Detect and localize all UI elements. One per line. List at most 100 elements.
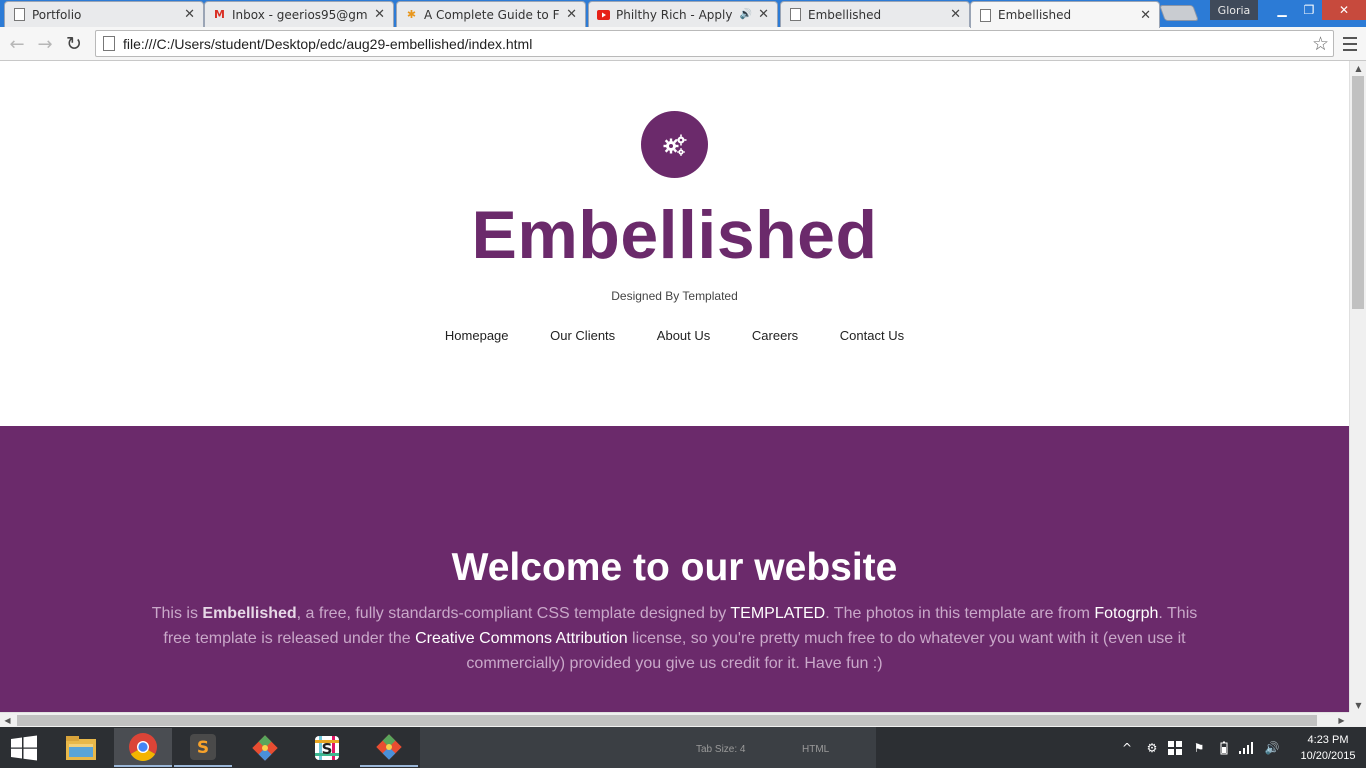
- reload-button[interactable]: ↻: [62, 32, 86, 56]
- action-center-flag-icon[interactable]: ⚑: [1190, 727, 1208, 768]
- taskbar-clock[interactable]: 4:23 PM 10/20/2015: [1290, 732, 1366, 764]
- close-window-button[interactable]: ✕: [1322, 0, 1366, 20]
- browser-toolbar: ← → ↻ file:///C:/Users/student/Desktop/e…: [0, 27, 1366, 61]
- horizontal-scroll-thumb[interactable]: [17, 715, 1317, 726]
- taskbar-sublime-text[interactable]: S: [174, 728, 232, 767]
- slack-icon: S: [315, 735, 339, 760]
- bookmark-star-icon[interactable]: ☆: [1312, 33, 1329, 55]
- close-icon[interactable]: ✕: [758, 7, 769, 22]
- windows-logo-tray-icon[interactable]: [1166, 727, 1184, 768]
- scroll-up-icon[interactable]: ▲: [1350, 61, 1366, 75]
- taskbar-git[interactable]: [236, 728, 294, 767]
- nav-homepage[interactable]: Homepage: [445, 328, 509, 343]
- site-header: Embellished Designed By Templated Homepa…: [0, 61, 1349, 426]
- tab-embellished-active[interactable]: Embellished ✕: [970, 1, 1160, 28]
- close-icon[interactable]: ✕: [566, 7, 577, 22]
- close-icon[interactable]: ✕: [950, 7, 961, 22]
- volume-icon[interactable]: 🔊: [1262, 727, 1282, 768]
- gmail-icon: M: [214, 8, 225, 21]
- taskbar-file-explorer[interactable]: [52, 728, 110, 767]
- git-icon: [252, 734, 278, 761]
- tab-label: Embellished: [808, 7, 882, 22]
- nav-about-us[interactable]: About Us: [657, 328, 710, 343]
- restore-button[interactable]: ❐: [1296, 0, 1322, 20]
- forward-button[interactable]: →: [33, 32, 57, 56]
- show-hidden-icons-button[interactable]: ^: [1120, 727, 1134, 768]
- tab-size-status: Tab Size: 4: [696, 744, 746, 755]
- intro-strong-name: Embellished: [202, 605, 297, 622]
- page-icon: [789, 8, 802, 21]
- clock-date: 10/20/2015: [1300, 750, 1356, 762]
- fotogrph-link[interactable]: Fotogrph: [1094, 605, 1158, 622]
- logo-circle: [641, 111, 708, 178]
- back-button[interactable]: ←: [5, 32, 29, 56]
- tab-portfolio[interactable]: Portfolio ✕: [4, 1, 204, 27]
- gears-icon: [663, 134, 686, 156]
- settings-gear-icon[interactable]: ⚙: [1143, 727, 1161, 768]
- page-icon: [103, 36, 115, 51]
- close-icon[interactable]: ✕: [184, 7, 195, 22]
- vertical-scrollbar[interactable]: ▲ ▼: [1349, 61, 1366, 712]
- chrome-menu-button[interactable]: [1340, 34, 1360, 54]
- minimize-button[interactable]: ▁: [1268, 0, 1296, 20]
- tab-label: Inbox - geerios95@gmail.: [232, 7, 368, 22]
- battery-icon[interactable]: [1216, 727, 1232, 768]
- reload-icon: ↻: [66, 33, 82, 55]
- syntax-status: HTML: [802, 744, 830, 755]
- youtube-icon: [597, 8, 610, 21]
- nav-contact-us[interactable]: Contact Us: [840, 328, 904, 343]
- user-profile-badge[interactable]: Gloria: [1210, 0, 1258, 20]
- svg-text:S: S: [322, 740, 333, 758]
- tab-label: Embellished: [998, 8, 1072, 22]
- welcome-heading: Welcome to our website: [451, 546, 898, 589]
- intro-text: This is: [151, 605, 203, 622]
- nav-our-clients[interactable]: Our Clients: [550, 328, 615, 343]
- speaker-icon[interactable]: 🔊: [740, 9, 752, 20]
- tab-flex-guide[interactable]: ✱ A Complete Guide to Flex ✕: [396, 1, 586, 27]
- scroll-down-icon[interactable]: ▼: [1350, 698, 1366, 712]
- svg-text:S: S: [197, 738, 209, 758]
- address-bar[interactable]: file:///C:/Users/student/Desktop/edc/aug…: [95, 30, 1334, 57]
- clock-time: 4:23 PM: [1307, 734, 1349, 746]
- forward-arrow-icon: →: [37, 33, 53, 55]
- windows-logo-icon: [11, 735, 37, 760]
- main-nav: Homepage Our Clients About Us Careers Co…: [0, 328, 1349, 343]
- tab-youtube[interactable]: Philthy Rich - Apply Pr 🔊 ✕: [588, 1, 778, 27]
- horizontal-scrollbar[interactable]: ◀ ▶: [0, 712, 1349, 727]
- site-subtitle: Designed By Templated: [611, 289, 738, 303]
- page-viewport: Embellished Designed By Templated Homepa…: [0, 61, 1349, 712]
- intro-paragraph: This is Embellished, a free, fully stand…: [140, 601, 1209, 676]
- chrome-icon: [129, 732, 157, 761]
- tab-inbox[interactable]: M Inbox - geerios95@gmail. ✕: [204, 1, 394, 27]
- windows-taskbar: S S Tab Size: 4 HTML ^ ⚙ ⚑ 🔊 4:23 PM 10/…: [0, 727, 1366, 768]
- wifi-signal-icon[interactable]: [1238, 727, 1256, 768]
- templated-link[interactable]: TEMPLATED: [730, 605, 825, 622]
- intro-text: . The photos in this template are from: [825, 605, 1095, 622]
- url-text[interactable]: file:///C:/Users/student/Desktop/edc/aug…: [123, 36, 532, 52]
- scroll-left-icon[interactable]: ◀: [0, 713, 15, 728]
- tab-embellished[interactable]: Embellished ✕: [780, 1, 970, 27]
- file-explorer-icon: [66, 735, 96, 760]
- tab-strip: Portfolio ✕ M Inbox - geerios95@gmail. ✕…: [0, 0, 1366, 28]
- nav-careers[interactable]: Careers: [752, 328, 798, 343]
- page-icon: [13, 8, 26, 21]
- git-icon: [376, 733, 402, 760]
- css-tricks-icon: ✱: [406, 8, 417, 21]
- scroll-corner: [1349, 712, 1366, 727]
- close-icon[interactable]: ✕: [374, 7, 385, 22]
- taskbar-chrome[interactable]: [114, 728, 172, 767]
- back-arrow-icon: ←: [9, 33, 25, 55]
- close-icon[interactable]: ✕: [1140, 8, 1151, 23]
- start-button[interactable]: [0, 727, 48, 768]
- tab-label: Philthy Rich - Apply Pr: [616, 7, 736, 22]
- welcome-banner: Welcome to our website This is Embellish…: [0, 426, 1349, 712]
- scroll-right-icon[interactable]: ▶: [1334, 713, 1349, 728]
- taskbar-slack[interactable]: S: [298, 728, 356, 767]
- taskbar-git-2[interactable]: [360, 728, 418, 767]
- new-tab-button[interactable]: [1159, 5, 1199, 21]
- tab-label: A Complete Guide to Flex: [424, 7, 560, 22]
- vertical-scroll-thumb[interactable]: [1352, 76, 1364, 309]
- creative-commons-link[interactable]: Creative Commons Attribution: [415, 630, 628, 647]
- sublime-text-icon: S: [190, 733, 216, 760]
- page-icon: [979, 8, 992, 22]
